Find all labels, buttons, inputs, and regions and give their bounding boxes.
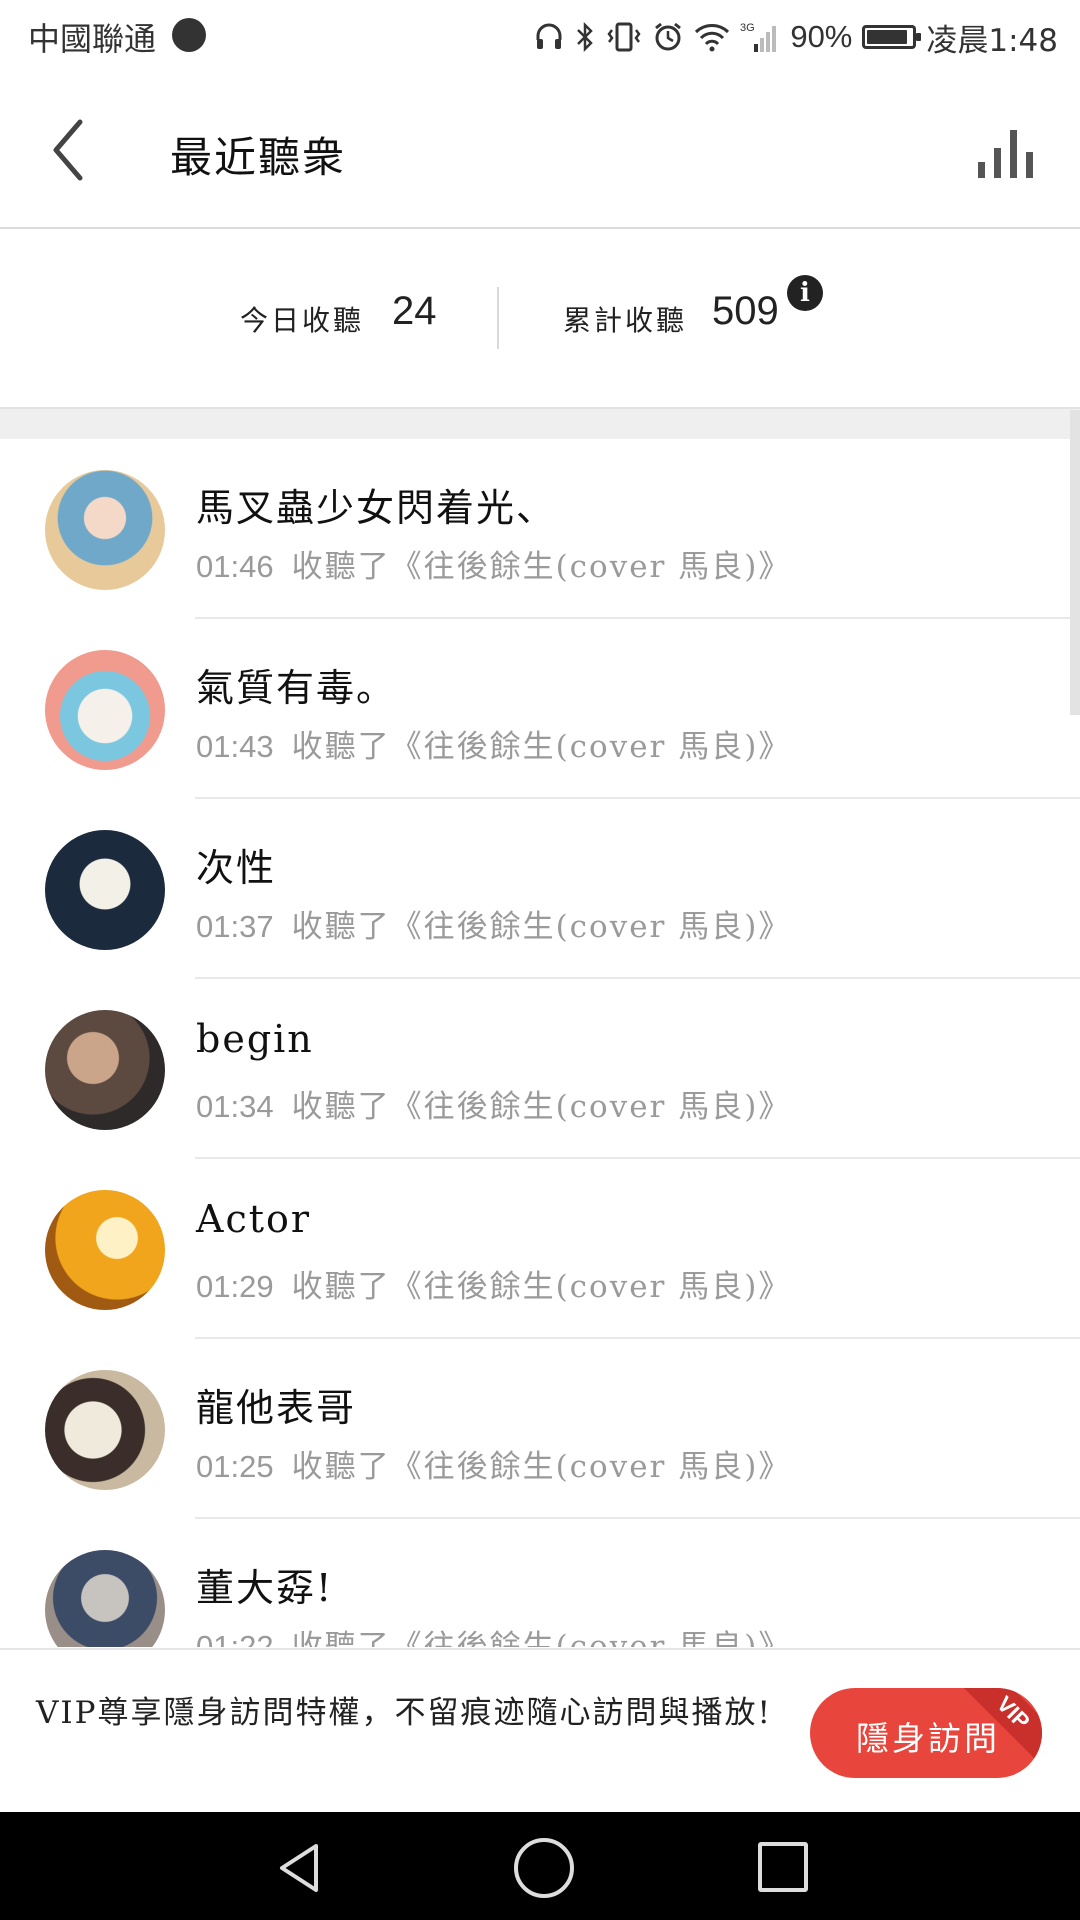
listen-detail: 01:29 收聽了《往後餘生(cover 馬良)》 [196, 1261, 791, 1306]
total-listens-label: 累計收聽 [563, 304, 688, 337]
battery-icon [862, 25, 922, 49]
today-listens-label: 今日收聽 [240, 304, 365, 337]
vip-promo-bar: VIP尊享隱身訪問特權，不留痕迹隨心訪問與播放! 隱身訪問 VIP [0, 1648, 1080, 1814]
listen-detail: 01:43 收聽了《往後餘生(cover 馬良)》 [196, 721, 791, 766]
listen-action: 收聽了《往後餘生(cover 馬良)》 [291, 909, 792, 945]
listen-summary: 今日收聽 24 累計收聽 509 i [0, 229, 1080, 409]
listen-detail: 01:25 收聽了《往後餘生(cover 馬良)》 [196, 1441, 791, 1486]
cellular-signal-icon: 3G [740, 20, 780, 54]
nav-back-icon[interactable] [272, 1840, 328, 1896]
vibrate-icon [606, 21, 642, 53]
avatar[interactable] [45, 650, 165, 770]
listen-time: 01:22 [196, 1629, 274, 1647]
scrollbar[interactable] [1070, 410, 1080, 715]
clock: 凌晨1:48 [926, 22, 1058, 59]
listen-time: 01:25 [196, 1449, 274, 1484]
listen-action: 收聽了《往後餘生(cover 馬良)》 [291, 1449, 792, 1485]
listen-action: 收聽了《往後餘生(cover 馬良)》 [291, 729, 792, 765]
listener-row[interactable]: begin 01:34 收聽了《往後餘生(cover 馬良)》 [0, 979, 1080, 1159]
listener-row[interactable]: Actor 01:29 收聽了《往後餘生(cover 馬良)》 [0, 1159, 1080, 1339]
listen-time: 01:34 [196, 1089, 274, 1124]
listen-time: 01:43 [196, 729, 274, 764]
avatar[interactable] [45, 470, 165, 590]
vip-promo-text: VIP尊享隱身訪問特權，不留痕迹隨心訪問與播放! [36, 1695, 772, 1731]
avatar[interactable] [45, 830, 165, 950]
listener-name: 龍他表哥 [196, 1386, 357, 1430]
info-icon[interactable]: i [787, 275, 823, 311]
listen-detail: 01:46 收聽了《往後餘生(cover 馬良)》 [196, 541, 791, 586]
listener-row[interactable]: 董大孬! 01:22 收聽了《往後餘生(cover 馬良)》 [0, 1519, 1080, 1647]
listen-detail: 01:22 收聽了《往後餘生(cover 馬良)》 [196, 1621, 791, 1647]
listener-name: begin [196, 1017, 314, 1061]
listener-name: 董大孬! [196, 1566, 334, 1610]
listen-detail: 01:37 收聽了《往後餘生(cover 馬良)》 [196, 901, 791, 946]
listener-row[interactable]: 氣質有毒。 01:43 收聽了《往後餘生(cover 馬良)》 [0, 619, 1080, 799]
listener-list[interactable]: 馬叉蟲少女閃着光、 01:46 收聽了《往後餘生(cover 馬良)》 氣質有毒。 01… [0, 439, 1080, 1647]
avatar[interactable] [45, 1190, 165, 1310]
battery-fill [867, 30, 907, 44]
listen-detail: 01:34 收聽了《往後餘生(cover 馬良)》 [196, 1081, 791, 1126]
section-gap [0, 409, 1080, 439]
status-bar: 中國聯通 3G 90% 凌晨1:48 [0, 0, 1080, 74]
listen-action: 收聽了《往後餘生(cover 馬良)》 [291, 1629, 792, 1647]
wifi-icon [694, 22, 730, 52]
avatar[interactable] [45, 1370, 165, 1490]
title-bar: 最近聽衆 [0, 74, 1080, 229]
system-nav-bar [0, 1812, 1080, 1920]
carrier-name: 中國聯通 [28, 20, 157, 58]
stats-button[interactable] [976, 126, 1040, 182]
bluetooth-icon [574, 21, 596, 53]
avatar[interactable] [45, 1010, 165, 1130]
listener-name: 次性 [196, 846, 277, 890]
back-button[interactable] [40, 110, 110, 190]
status-icons: 3G 90% 凌晨1:48 [534, 12, 1058, 62]
total-listens-value: 509 [712, 289, 779, 333]
listener-name: 氣質有毒。 [196, 666, 397, 710]
listen-time: 01:46 [196, 549, 274, 584]
incognito-visit-label: 隱身訪問 [856, 1719, 1000, 1758]
bar-chart-icon [978, 130, 1033, 178]
listener-name: Actor [196, 1197, 312, 1241]
listener-row[interactable]: 馬叉蟲少女閃着光、 01:46 收聽了《往後餘生(cover 馬良)》 [0, 439, 1080, 619]
page-title: 最近聽衆 [170, 133, 347, 182]
listen-action: 收聽了《往後餘生(cover 馬良)》 [291, 549, 792, 585]
listener-row[interactable]: 龍他表哥 01:25 收聽了《往後餘生(cover 馬良)》 [0, 1339, 1080, 1519]
listen-action: 收聽了《往後餘生(cover 馬良)》 [291, 1089, 792, 1125]
battery-percent: 90% [790, 19, 853, 54]
headphones-icon [534, 22, 564, 52]
alarm-icon [652, 21, 684, 53]
listen-action: 收聽了《往後餘生(cover 馬良)》 [291, 1269, 792, 1305]
listener-name: 馬叉蟲少女閃着光、 [196, 486, 557, 530]
nav-home-icon[interactable] [514, 1838, 574, 1898]
chevron-left-icon [53, 119, 83, 181]
nav-recents-icon[interactable] [758, 1842, 808, 1892]
today-listens-value: 24 [392, 289, 437, 333]
carrier-logo-icon [172, 18, 206, 52]
incognito-visit-button[interactable]: 隱身訪問 VIP [810, 1688, 1042, 1778]
summary-divider [497, 287, 499, 349]
network-type-label: 3G [740, 22, 755, 34]
listen-time: 01:29 [196, 1269, 274, 1304]
listen-time: 01:37 [196, 909, 274, 944]
avatar[interactable] [45, 1550, 165, 1647]
listener-row[interactable]: 次性 01:37 收聽了《往後餘生(cover 馬良)》 [0, 799, 1080, 979]
